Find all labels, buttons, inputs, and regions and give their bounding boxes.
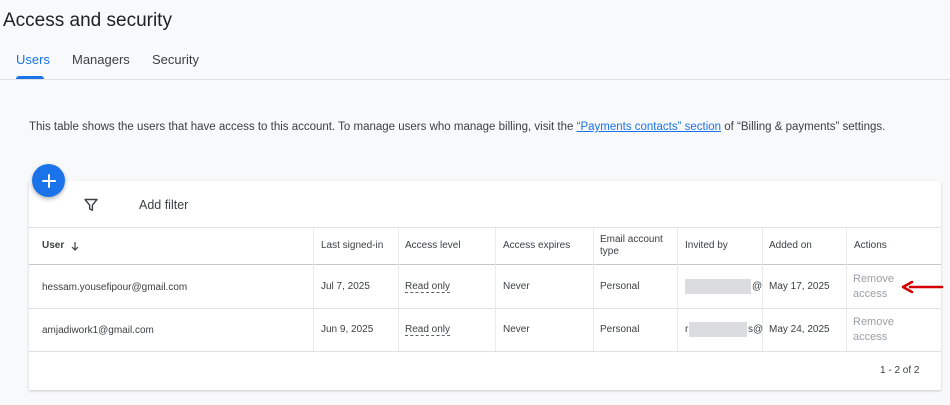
access-expires: Never bbox=[503, 281, 530, 292]
page-title: Access and security bbox=[3, 10, 172, 31]
column-divider bbox=[593, 228, 594, 351]
header-divider bbox=[29, 264, 941, 265]
row-divider bbox=[29, 308, 941, 309]
last-signed-in: Jul 7, 2025 bbox=[321, 281, 370, 292]
access-level[interactable]: Read only bbox=[405, 281, 451, 293]
filter-funnel-icon[interactable] bbox=[83, 197, 99, 213]
added-on: May 17, 2025 bbox=[769, 281, 830, 292]
toolbar-divider bbox=[29, 227, 941, 228]
invited-by-redacted bbox=[689, 322, 747, 337]
invited-by-prefix: r bbox=[685, 324, 689, 335]
tab-security[interactable]: Security bbox=[152, 52, 199, 67]
email-account-type: Personal bbox=[600, 281, 640, 292]
invited-by-suffix: @ bbox=[752, 281, 763, 292]
description-suffix: of “Billing & payments” settings. bbox=[721, 121, 886, 133]
column-header-actions: Actions bbox=[854, 240, 887, 251]
column-divider bbox=[677, 228, 678, 351]
pagination-label: 1 - 2 of 2 bbox=[880, 365, 920, 376]
access-level-link[interactable]: Read only bbox=[405, 324, 451, 336]
email-account-type: Personal bbox=[600, 324, 640, 335]
column-header-last-signed-in[interactable]: Last signed-in bbox=[321, 240, 383, 252]
add-user-button[interactable] bbox=[32, 164, 65, 197]
column-header-user-label: User bbox=[42, 240, 65, 251]
column-header-email-account-type[interactable]: Email account type bbox=[600, 234, 672, 258]
access-expires: Never bbox=[503, 324, 530, 335]
tab-managers[interactable]: Managers bbox=[72, 52, 130, 67]
invited-by-suffix: s@ bbox=[748, 324, 764, 335]
access-level-link[interactable]: Read only bbox=[405, 281, 451, 293]
access-level[interactable]: Read only bbox=[405, 324, 451, 336]
column-divider bbox=[495, 228, 496, 351]
invited-by-redacted bbox=[685, 279, 751, 294]
column-header-access-level[interactable]: Access level bbox=[405, 240, 461, 252]
arrow-down-icon bbox=[71, 242, 79, 251]
column-divider bbox=[398, 228, 399, 351]
active-tab-indicator bbox=[16, 76, 44, 79]
add-filter-label[interactable]: Add filter bbox=[139, 198, 188, 212]
tab-bar: Users Managers Security bbox=[0, 46, 950, 80]
remove-access-button[interactable]: Remove access bbox=[853, 315, 913, 345]
column-divider bbox=[313, 228, 314, 351]
user-email: hessam.yousefipour@gmail.com bbox=[42, 282, 188, 293]
column-divider bbox=[846, 228, 847, 351]
column-header-user[interactable]: User bbox=[42, 240, 80, 252]
description-prefix: This table shows the users that have acc… bbox=[29, 121, 577, 133]
column-header-added-on[interactable]: Added on bbox=[769, 240, 812, 252]
last-signed-in: Jun 9, 2025 bbox=[321, 324, 374, 335]
user-email: amjadiwork1@gmail.com bbox=[42, 325, 154, 336]
red-arrow-icon bbox=[901, 280, 944, 294]
plus-icon bbox=[41, 173, 56, 188]
column-header-invited-by[interactable]: Invited by bbox=[685, 240, 728, 252]
added-on: May 24, 2025 bbox=[769, 324, 830, 335]
description-text: This table shows the users that have acc… bbox=[29, 121, 885, 133]
table-bottom-divider bbox=[29, 351, 941, 352]
tab-users[interactable]: Users bbox=[16, 52, 50, 67]
payments-contacts-link[interactable]: “Payments contacts” section bbox=[577, 121, 721, 133]
column-header-access-expires[interactable]: Access expires bbox=[503, 240, 570, 252]
